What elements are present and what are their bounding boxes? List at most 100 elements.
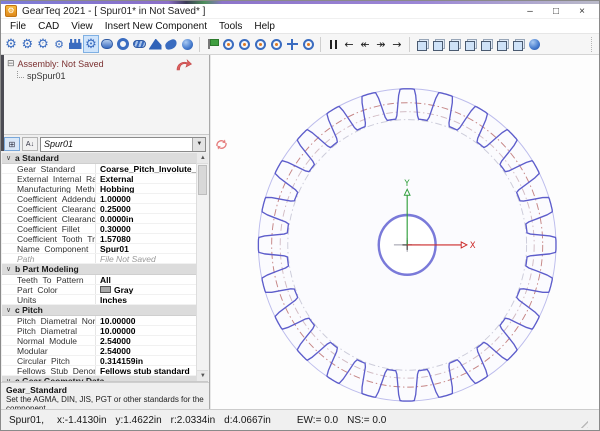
menu-insert-new-component[interactable]: Insert New Component [99,21,213,32]
property-name[interactable]: External_Internal_Ra [2,174,96,183]
property-value[interactable]: 2.54000 [96,346,196,355]
menu-help[interactable]: Help [248,21,281,32]
property-row[interactable]: Pitch_Diametral10.00000 [2,326,196,336]
property-row[interactable]: Coefficient_Fillet0.30000 [2,224,196,234]
property-row[interactable]: Part_ColorGray [2,285,196,295]
property-name[interactable]: Manufacturing_Metho [2,184,96,193]
collapse-toggle-icon[interactable]: ⊟ [7,59,15,69]
property-value[interactable]: 10.00000 [96,326,196,335]
pinion-gear-icon[interactable]: ⚙ [51,35,67,53]
rotation-angle-icon[interactable] [236,35,252,53]
property-row[interactable]: Teeth_To_PatternAll [2,275,196,285]
property-value[interactable]: 0.314159in [96,356,196,365]
category-chevron-icon[interactable]: ∨ [2,153,15,164]
property-name[interactable]: Coefficient_Clearanc [2,204,96,213]
property-name[interactable]: Circular_Pitch [2,356,96,365]
property-name[interactable]: Gear_Standard [2,164,96,173]
property-name[interactable]: Modular [2,346,96,355]
resize-grip[interactable] [578,418,588,428]
spur-gear-icon[interactable]: ⚙ [3,35,19,53]
view-back-icon[interactable] [446,35,462,53]
view-left-icon[interactable] [462,35,478,53]
property-row[interactable]: Coefficient_Clearanc0.25000 [2,204,196,214]
property-name[interactable]: Pitch_Diametral_Norr [2,316,96,325]
worm-gear-icon[interactable] [131,35,147,53]
sync-assembly-icon[interactable] [175,58,193,72]
category-chevron-icon[interactable]: ∨ [2,264,15,275]
property-value[interactable]: 2.54000 [96,336,196,345]
scroll-thumb[interactable] [198,165,207,195]
rotate-view-icon[interactable] [214,137,229,152]
property-category[interactable]: ∨c Pitch [2,305,196,316]
dropdown-arrow-icon[interactable]: ▼ [192,138,205,151]
property-name[interactable]: Coefficient_Tooth_Tr [2,234,96,243]
step-forward-icon[interactable]: → [389,35,405,53]
property-name[interactable]: Path [2,254,96,263]
property-value[interactable]: 1.00000 [96,194,196,203]
cylinder-icon[interactable] [99,35,115,53]
property-row[interactable]: Normal_Module2.54000 [2,336,196,346]
view-top-icon[interactable] [494,35,510,53]
property-value[interactable]: External [96,174,196,183]
gear-motion-icon[interactable] [268,35,284,53]
alphabetical-sort-icon[interactable]: A↓ [22,137,38,151]
concentric-check-icon[interactable] [252,35,268,53]
property-category[interactable]: ∨b Part Modeling [2,264,196,275]
property-row[interactable]: External_Internal_RaExternal [2,174,196,184]
property-value[interactable]: 0.0000in [96,214,196,223]
property-name[interactable]: Coefficient_Fillet [2,224,96,233]
property-row[interactable]: Coefficient_Addendu1.00000 [2,194,196,204]
property-row[interactable]: Gear_StandardCoarse_Pitch_Involute_ [2,164,196,174]
fast-back-icon[interactable]: ↞ [357,35,373,53]
property-row[interactable]: Coefficient_Tooth_Tr1.57080 [2,234,196,244]
property-value[interactable]: 0.25000 [96,204,196,213]
property-value[interactable]: 10.00000 [96,316,196,325]
grid-scrollbar[interactable]: ▲ ▼ [196,153,208,381]
component-dropdown[interactable]: Spur01 ▼ [40,137,206,152]
property-name[interactable]: Pitch_Diametral [2,326,96,335]
property-name[interactable]: Coefficient_Addendu [2,194,96,203]
category-chevron-icon[interactable]: ∨ [2,376,15,383]
pause-animation-icon[interactable] [325,35,341,53]
property-name[interactable]: Name_Component [2,244,96,253]
property-name[interactable]: Units [2,295,96,304]
face-gear-icon[interactable] [163,35,179,53]
property-value[interactable]: Hobbing [96,184,196,193]
gear-mesh-icon[interactable]: ⚙ [83,35,99,53]
menu-cad[interactable]: CAD [32,21,65,32]
bevel-gear-icon[interactable] [147,35,163,53]
property-category[interactable]: ∨e Gear Geometry Data [2,376,196,382]
orbit-view-icon[interactable] [300,35,316,53]
view-right-icon[interactable] [478,35,494,53]
property-row[interactable]: Fellows_Stub_DenorrFellows stub standard [2,366,196,376]
property-name[interactable]: Part_Color [2,285,96,294]
maximize-button[interactable]: □ [543,4,569,18]
property-row[interactable]: Coefficient_Clearanc0.0000in [2,214,196,224]
shaded-view-icon[interactable] [526,35,542,53]
property-row[interactable]: Manufacturing_MethoHobbing [2,184,196,194]
scroll-up-icon[interactable]: ▲ [197,153,208,164]
property-row[interactable]: Pitch_Diametral_Norr10.00000 [2,316,196,326]
move-origin-icon[interactable] [284,35,300,53]
view-isometric-icon[interactable] [414,35,430,53]
menu-tools[interactable]: Tools [213,21,248,32]
close-button[interactable]: × [569,4,595,18]
fast-forward-icon[interactable]: ↠ [373,35,389,53]
property-value[interactable]: Spur01 [96,244,196,253]
menu-view[interactable]: View [65,21,99,32]
title-bar[interactable]: ⚙ GearTeq 2021 - [ Spur01* in Not Saved*… [1,4,599,19]
category-chevron-icon[interactable]: ∨ [2,305,15,316]
drawing-canvas[interactable]: YX [210,55,599,409]
property-value[interactable]: Inches [96,295,196,304]
property-row[interactable]: Name_ComponentSpur01 [2,244,196,254]
property-row[interactable]: Circular_Pitch0.314159in [2,356,196,366]
property-name[interactable]: Coefficient_Clearanc [2,214,96,223]
property-category[interactable]: ∨a Standard [2,153,196,164]
property-value[interactable]: Gray [96,285,196,294]
property-value[interactable]: All [96,275,196,284]
property-value[interactable]: Fellows stub standard [96,366,196,375]
scroll-down-icon[interactable]: ▼ [197,370,208,381]
property-name[interactable]: Fellows_Stub_Denorr [2,366,96,375]
helical-gear-icon[interactable]: ⚙ [19,35,35,53]
minimize-button[interactable]: – [517,4,543,18]
